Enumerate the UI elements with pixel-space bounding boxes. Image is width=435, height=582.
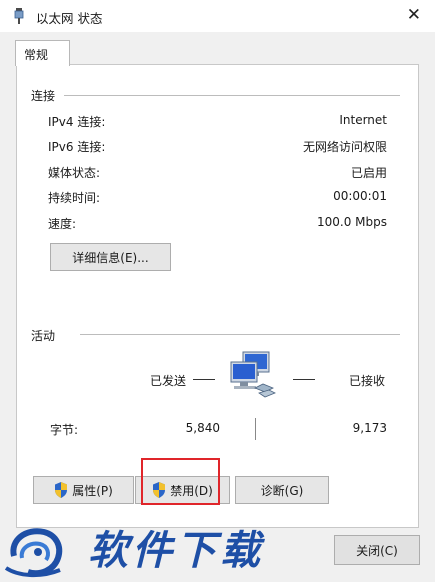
media-state-label: 媒体状态: bbox=[48, 166, 101, 180]
watermark-text: 软件下载 bbox=[88, 528, 264, 574]
media-state-value: 已启用 bbox=[350, 166, 387, 180]
close-button[interactable]: 关闭(C) bbox=[334, 535, 420, 565]
diagnose-button[interactable]: 诊断(G) bbox=[235, 476, 329, 504]
tab-general[interactable]: 常规 bbox=[15, 40, 70, 66]
connection-group-divider bbox=[64, 95, 400, 96]
duration-value: 00:00:01 bbox=[333, 189, 387, 203]
speed-value: 100.0 Mbps bbox=[316, 215, 387, 229]
details-button-label: 详细信息(E)... bbox=[72, 250, 149, 265]
window-title: 以太网 状态 bbox=[36, 11, 103, 26]
close-icon[interactable]: ✕ bbox=[407, 5, 421, 25]
network-computers-icon bbox=[230, 351, 276, 398]
activity-group-label: 活动 bbox=[31, 329, 56, 343]
ethernet-plug-icon bbox=[14, 8, 24, 24]
ipv4-connectivity-label: IPv4 连接: bbox=[48, 115, 106, 129]
activity-group-divider bbox=[80, 334, 400, 335]
uac-shield-icon bbox=[55, 482, 68, 498]
close-button-label: 关闭(C) bbox=[356, 543, 398, 558]
sent-label: 已发送 bbox=[150, 374, 187, 388]
received-dash bbox=[293, 379, 315, 380]
duration-label: 持续时间: bbox=[48, 191, 101, 205]
title-bar: 以太网 状态 ✕ bbox=[0, 0, 435, 32]
bytes-separator bbox=[255, 418, 256, 440]
ipv6-connectivity-label: IPv6 连接: bbox=[48, 140, 106, 154]
bytes-received-value: 9,173 bbox=[352, 421, 387, 435]
properties-button[interactable]: 属性(P) bbox=[33, 476, 134, 504]
ethernet-status-dialog: 以太网 状态 ✕ 常规 连接 IPv4 连接: Internet IPv6 连接… bbox=[0, 0, 435, 582]
diagnose-button-label: 诊断(G) bbox=[260, 483, 304, 498]
connection-group-label: 连接 bbox=[31, 89, 56, 103]
received-label: 已接收 bbox=[349, 374, 386, 388]
properties-button-label: 属性(P) bbox=[72, 483, 113, 498]
ipv4-connectivity-value: Internet bbox=[339, 113, 387, 127]
bytes-label: 字节: bbox=[50, 423, 79, 437]
ipv6-connectivity-value: 无网络访问权限 bbox=[302, 140, 387, 154]
tab-general-label: 常规 bbox=[24, 48, 49, 62]
speed-label: 速度: bbox=[48, 217, 77, 231]
sent-dash bbox=[193, 379, 215, 380]
bytes-sent-value: 5,840 bbox=[185, 421, 220, 435]
disable-button-highlight bbox=[141, 458, 220, 505]
details-button[interactable]: 详细信息(E)... bbox=[50, 243, 171, 271]
